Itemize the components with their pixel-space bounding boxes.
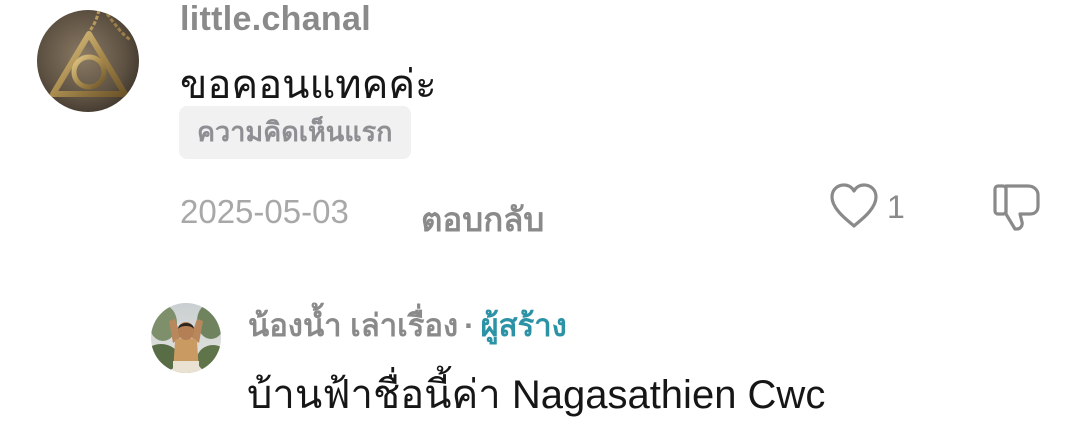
dislike-button[interactable]	[990, 180, 1044, 232]
person-photo-icon	[151, 303, 221, 373]
commenter-avatar[interactable]	[37, 10, 139, 112]
comment-thread: little.chanal ขอคอนแทคค่ะ ความคิดเห็นแรก…	[0, 0, 1080, 433]
reply-meta: น้องน้ำ เล่าเรื่อง · ผู้สร้าง	[248, 300, 567, 350]
creator-username[interactable]: น้องน้ำ เล่าเรื่อง	[248, 308, 458, 343]
comment-date: 2025-05-03	[180, 193, 349, 230]
creator-label: ผู้สร้าง	[480, 308, 567, 343]
first-comment-badge: ความคิดเห็นแรก	[179, 106, 411, 159]
reply-text: บ้านฟ้าชื่อนี้ค่า Nagasathien Cwc	[247, 373, 826, 417]
thumbs-down-icon	[993, 184, 1040, 231]
meta-separator: ·	[464, 308, 475, 343]
commenter-username[interactable]: little.chanal	[180, 0, 371, 39]
like-count: 1	[887, 189, 905, 225]
creator-avatar[interactable]	[151, 303, 221, 373]
reply-button[interactable]: ตอบกลับ	[421, 193, 544, 246]
like-button[interactable]	[828, 182, 880, 230]
deathly-hallows-pendant-icon	[37, 10, 139, 112]
heart-icon	[830, 183, 878, 228]
